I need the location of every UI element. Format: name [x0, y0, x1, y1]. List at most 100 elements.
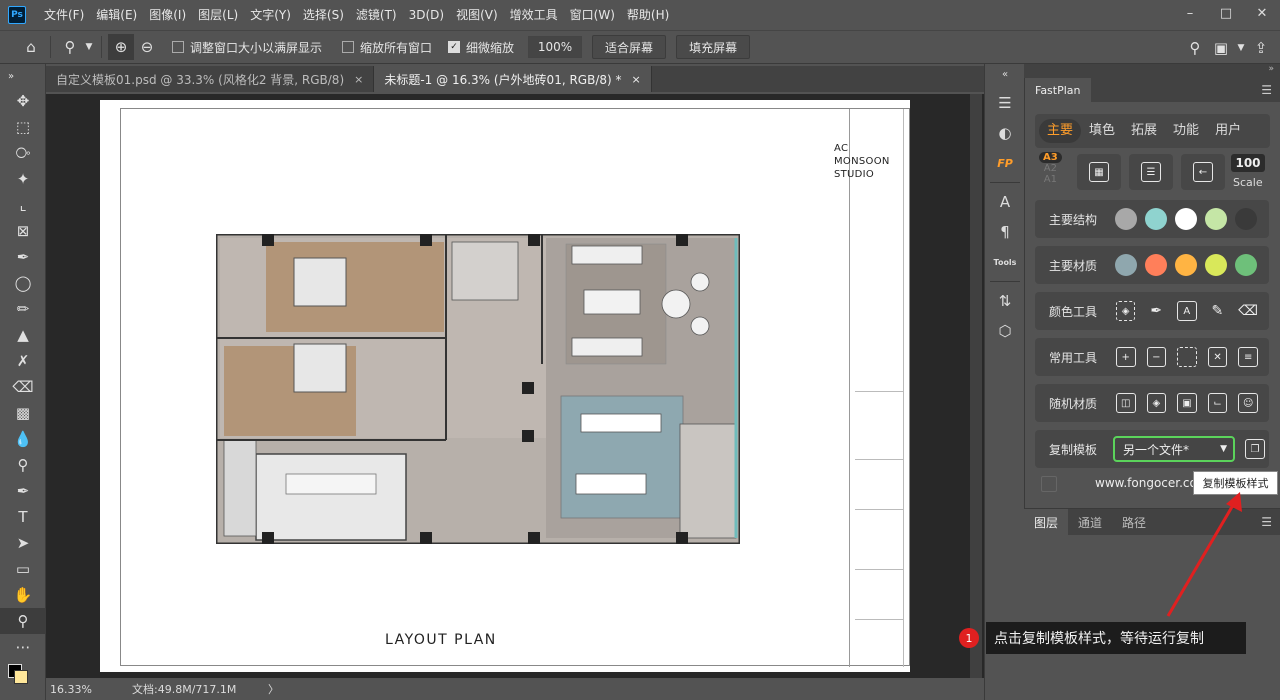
- paper-size-list[interactable]: A3 A2 A1: [1039, 152, 1062, 185]
- color-swatches[interactable]: [0, 660, 46, 690]
- character-icon[interactable]: A: [985, 187, 1025, 217]
- magic-wand-icon[interactable]: ✦: [0, 166, 46, 192]
- swatch-cyan[interactable]: [1145, 208, 1167, 230]
- marquee-tool-icon[interactable]: ⬚: [0, 114, 46, 140]
- website-link[interactable]: www.fongocer.com: [1095, 476, 1209, 490]
- zoom-out-icon[interactable]: ⊖: [134, 34, 160, 60]
- blur-tool-icon[interactable]: 💧: [0, 426, 46, 452]
- home-icon[interactable]: ⌂: [18, 34, 44, 60]
- tab-fastplan[interactable]: FastPlan: [1025, 78, 1091, 102]
- swatch-gray[interactable]: [1115, 208, 1137, 230]
- minimize-icon[interactable]: –: [1172, 0, 1208, 26]
- type-tool-icon[interactable]: T: [0, 504, 46, 530]
- frame-icon[interactable]: ▣: [1177, 393, 1197, 413]
- checkbox-box[interactable]: [1041, 476, 1057, 492]
- share-icon[interactable]: ⇪: [1248, 35, 1274, 61]
- tab-untitled[interactable]: 未标题-1 @ 16.3% (户外地砖01, RGB/8) * ×: [374, 66, 652, 92]
- menu-plugins[interactable]: 增效工具: [504, 0, 564, 30]
- zoom-all-checkbox[interactable]: 缩放所有窗口: [342, 39, 432, 56]
- menu-help[interactable]: 帮助(H): [621, 0, 675, 30]
- swatch-coral[interactable]: [1145, 254, 1167, 276]
- fastplan-icon[interactable]: FP: [985, 148, 1025, 178]
- nav-main[interactable]: 主要: [1039, 119, 1082, 143]
- add-icon[interactable]: +: [1115, 347, 1136, 367]
- nav-function[interactable]: 功能: [1165, 119, 1207, 143]
- stamp-tool-icon[interactable]: ▲: [0, 322, 46, 348]
- panel-menu-icon[interactable]: ☰: [1261, 515, 1272, 529]
- zoom-level[interactable]: 16.33%: [50, 683, 120, 696]
- lasso-tool-icon[interactable]: ⧂: [0, 140, 46, 166]
- eyedropper-icon[interactable]: ✒: [0, 244, 46, 270]
- smile-icon[interactable]: ☺: [1238, 393, 1258, 413]
- zoom-value-field[interactable]: 100%: [528, 36, 583, 58]
- tab-layers[interactable]: 图层: [1024, 509, 1069, 535]
- collapse-panel-icon[interactable]: »: [1268, 64, 1274, 74]
- menu-filter[interactable]: 滤镜(T): [350, 0, 403, 30]
- menu-file[interactable]: 文件(F): [38, 0, 90, 30]
- scrubby-zoom-checkbox[interactable]: ✓ 细微缩放: [448, 39, 514, 56]
- maximize-icon[interactable]: □: [1208, 0, 1244, 26]
- nav-user[interactable]: 用户: [1207, 119, 1249, 143]
- minus-icon[interactable]: −: [1146, 347, 1167, 367]
- menu-image[interactable]: 图像(I): [143, 0, 192, 30]
- align-icon[interactable]: ≡: [1238, 347, 1258, 367]
- chevron-right-icon[interactable]: 〉: [268, 681, 279, 697]
- swatch-orange[interactable]: [1175, 254, 1197, 276]
- swatch-green[interactable]: [1235, 254, 1257, 276]
- menu-view[interactable]: 视图(V): [450, 0, 504, 30]
- tab-template[interactable]: 自定义模板01.psd @ 33.3% (风格化2 背景, RGB/8) ×: [46, 66, 375, 92]
- background-color[interactable]: [14, 670, 28, 684]
- swatch-white[interactable]: [1175, 208, 1197, 230]
- hand-tool-icon[interactable]: ✋: [0, 582, 46, 608]
- cube-icon[interactable]: ⬡: [985, 316, 1025, 346]
- eraser-tool-icon[interactable]: ⌫: [0, 374, 46, 400]
- search-icon[interactable]: ⚲: [1182, 35, 1208, 61]
- image-button[interactable]: ▦: [1077, 154, 1121, 190]
- menu-3d[interactable]: 3D(D): [403, 0, 450, 30]
- nav-fill[interactable]: 填色: [1081, 119, 1123, 143]
- gradient-tool-icon[interactable]: ▩: [0, 400, 46, 426]
- pen-tool-icon[interactable]: ✒: [0, 478, 46, 504]
- fill-screen-button[interactable]: 填充屏幕: [676, 35, 751, 59]
- adjustments-icon[interactable]: ☰: [985, 88, 1025, 118]
- history-brush-icon[interactable]: ✗: [0, 348, 46, 374]
- paper-a3[interactable]: A3: [1039, 152, 1062, 163]
- dodge-tool-icon[interactable]: ⚲: [0, 452, 46, 478]
- corner-icon[interactable]: ⌙: [1207, 393, 1228, 413]
- menu-select[interactable]: 选择(S): [297, 0, 350, 30]
- menu-layer[interactable]: 图层(L): [192, 0, 244, 30]
- panel-split-icon[interactable]: ◫: [1115, 393, 1136, 413]
- eraser-icon[interactable]: ⌫: [1238, 301, 1258, 321]
- paper-a1[interactable]: A1: [1039, 174, 1062, 185]
- pencil-icon[interactable]: ✎: [1208, 301, 1228, 321]
- document-page[interactable]: AC MONSOON STUDIO LAYOUT PLAN: [100, 100, 910, 672]
- paragraph-icon[interactable]: ¶: [985, 217, 1025, 247]
- selection-icon[interactable]: [1177, 347, 1197, 367]
- zoom-in-icon[interactable]: ⊕: [108, 34, 134, 60]
- close-icon[interactable]: ×: [354, 73, 363, 86]
- brush-tool-icon[interactable]: ✏: [0, 296, 46, 322]
- expand-toolbar-icon[interactable]: »: [0, 64, 46, 88]
- close-box-icon[interactable]: ✕: [1207, 347, 1228, 367]
- swatch-lightgreen[interactable]: [1205, 208, 1227, 230]
- text-color-icon[interactable]: A: [1177, 301, 1197, 321]
- import-button[interactable]: ←: [1181, 154, 1225, 190]
- vertical-scrollbar[interactable]: [970, 94, 982, 678]
- resize-windows-checkbox[interactable]: 调整窗口大小以满屏显示: [172, 39, 322, 56]
- collapse-dock-icon[interactable]: «: [985, 64, 1025, 84]
- workspace-icon[interactable]: ▣: [1208, 35, 1234, 61]
- chevron-down-icon[interactable]: ▼: [83, 34, 95, 60]
- contrast-icon[interactable]: ◐: [985, 118, 1025, 148]
- template-select[interactable]: 另一个文件* ▼: [1113, 436, 1235, 462]
- menu-window[interactable]: 窗口(W): [564, 0, 621, 30]
- pattern-icon[interactable]: ◈: [1146, 393, 1167, 413]
- menu-edit[interactable]: 编辑(E): [90, 0, 143, 30]
- close-icon[interactable]: ✕: [1244, 0, 1280, 26]
- rectangle-tool-icon[interactable]: ▭: [0, 556, 46, 582]
- menu-type[interactable]: 文字(Y): [244, 0, 297, 30]
- eyedropper-icon[interactable]: ✒: [1146, 301, 1166, 321]
- more-tools-icon[interactable]: ⋯: [0, 634, 46, 660]
- healing-brush-icon[interactable]: ◯: [0, 270, 46, 296]
- swap-icon[interactable]: ⇅: [985, 286, 1025, 316]
- fit-screen-button[interactable]: 适合屏幕: [592, 35, 667, 59]
